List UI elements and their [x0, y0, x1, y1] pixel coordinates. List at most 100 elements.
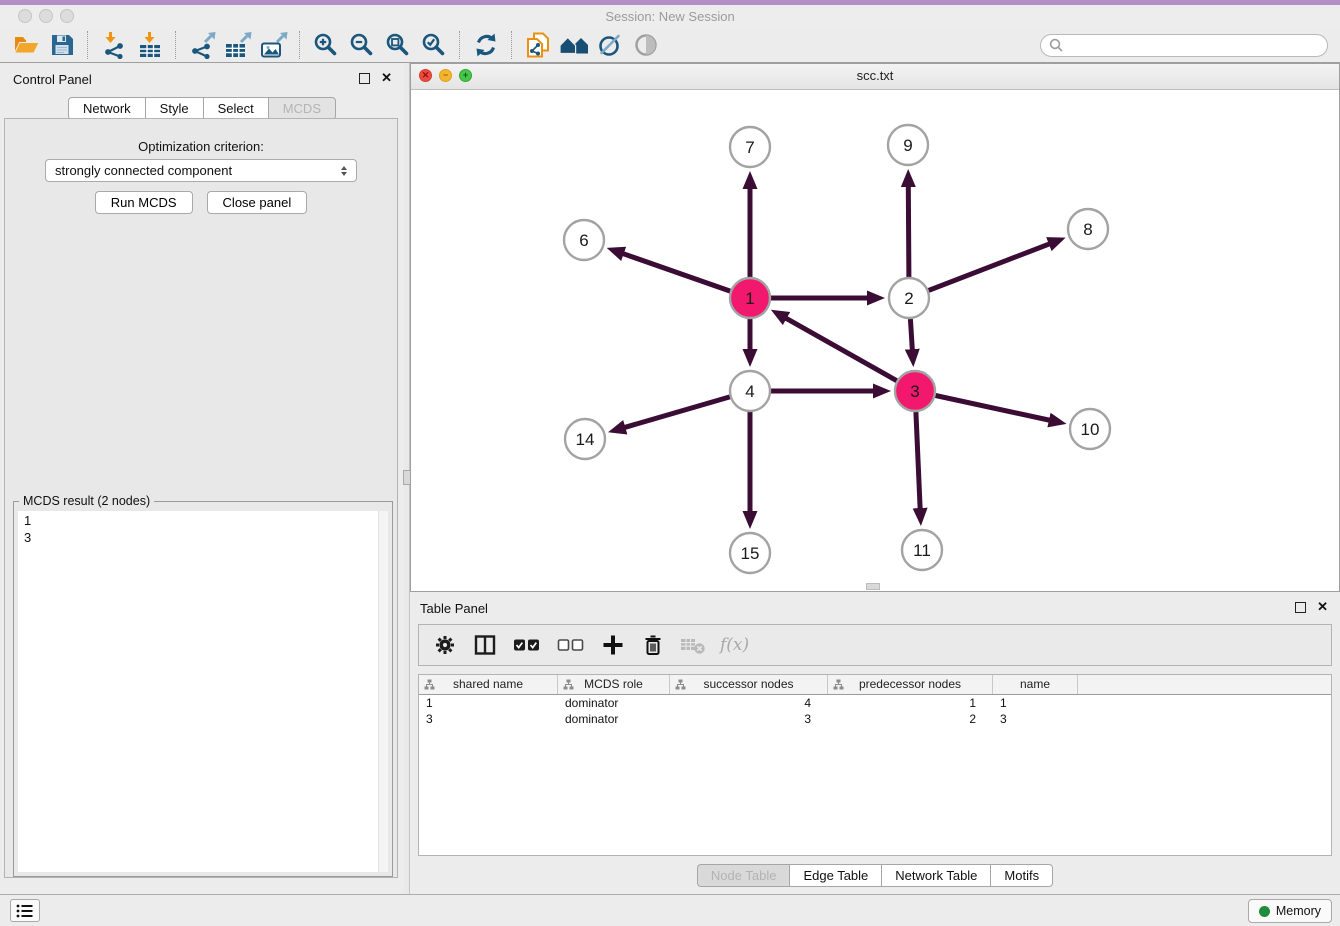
table-cell[interactable]: 3 [419, 711, 558, 727]
zoom-in-icon [313, 32, 339, 58]
zoom-fit-button[interactable] [380, 30, 416, 60]
column-header-label: shared name [453, 677, 523, 691]
column-header-predecessor-nodes[interactable]: predecessor nodes [828, 675, 993, 694]
tab-node-table[interactable]: Node Table [697, 864, 790, 887]
graph-node-3[interactable]: 3 [895, 371, 935, 411]
delete-column-button[interactable] [640, 631, 666, 659]
table-cell[interactable]: 1 [828, 695, 993, 711]
tab-edge-table[interactable]: Edge Table [789, 864, 881, 887]
table-cell[interactable]: 2 [828, 711, 993, 727]
graph-node-2[interactable]: 2 [889, 278, 929, 318]
network-maximize-button[interactable] [459, 69, 472, 82]
tab-motifs[interactable]: Motifs [990, 864, 1053, 887]
tab-style[interactable]: Style [145, 97, 203, 120]
float-panel-icon[interactable] [359, 73, 370, 84]
export-image-icon [260, 31, 288, 59]
search-input[interactable] [1063, 37, 1319, 54]
tab-select[interactable]: Select [203, 97, 268, 120]
network-minimize-button[interactable] [439, 69, 452, 82]
horizontal-splitter-grip[interactable] [866, 583, 880, 590]
column-header-name[interactable]: name [993, 675, 1078, 694]
table-cell[interactable]: 3 [670, 711, 828, 727]
graph-edge-2-8[interactable] [929, 243, 1051, 290]
apply-layout-button[interactable] [468, 30, 504, 60]
add-column-button[interactable] [600, 631, 626, 659]
mcds-result-text[interactable]: 1 3 [18, 511, 388, 547]
zoom-out-button[interactable] [344, 30, 380, 60]
graph-node-9[interactable]: 9 [888, 125, 928, 165]
table-row[interactable]: 3dominator323 [419, 711, 1331, 727]
network-window-titlebar[interactable]: scc.txt [411, 64, 1339, 90]
table-row[interactable]: 1dominator411 [419, 695, 1331, 711]
clone-network-button[interactable] [520, 30, 556, 60]
show-columns-button[interactable] [472, 631, 498, 659]
close-window-button[interactable] [18, 9, 32, 23]
table-cell[interactable]: dominator [558, 695, 670, 711]
graph-node-label: 2 [904, 289, 913, 308]
tab-network-table[interactable]: Network Table [881, 864, 990, 887]
graph-edge-2-9[interactable] [908, 185, 909, 277]
minimize-window-button[interactable] [39, 9, 53, 23]
graph-node-15[interactable]: 15 [730, 533, 770, 573]
mcds-result-area[interactable]: 1 3 [18, 511, 388, 872]
graph-edge-2-3[interactable] [910, 319, 912, 351]
table-body: 1dominator4113dominator323 [419, 695, 1331, 727]
tab-mcds[interactable]: MCDS [268, 97, 336, 120]
select-all-columns-button[interactable] [512, 631, 542, 659]
network-close-button[interactable] [419, 69, 432, 82]
graph-edge-3-10[interactable] [936, 396, 1051, 421]
graph-node-1[interactable]: 1 [730, 278, 770, 318]
column-header-shared-name[interactable]: shared name [419, 675, 558, 694]
network-graph[interactable]: 7 9 6 8 1 2 4 3 14 10 15 11 [411, 89, 1339, 591]
save-session-button[interactable] [44, 30, 80, 60]
run-mcds-button[interactable]: Run MCDS [95, 191, 193, 214]
graph-node-14[interactable]: 14 [565, 419, 605, 459]
zoom-selected-button[interactable] [416, 30, 452, 60]
export-table-button[interactable] [220, 30, 256, 60]
graph-edge-3-11[interactable] [916, 412, 920, 510]
table-settings-button[interactable] [432, 631, 458, 659]
table-cell[interactable]: 4 [670, 695, 828, 711]
zoom-window-button[interactable] [60, 9, 74, 23]
graph-edge-3-1[interactable] [785, 318, 897, 381]
optimization-criterion-select[interactable]: strongly connected component [45, 159, 357, 182]
graph-edge-1-6[interactable] [622, 253, 730, 291]
hierarchy-icon [675, 679, 686, 690]
close-panel-button[interactable]: Close panel [207, 191, 308, 214]
graph-edge-4-14[interactable] [623, 397, 729, 428]
graph-node-10[interactable]: 10 [1070, 409, 1110, 449]
column-header-successor-nodes[interactable]: successor nodes [670, 675, 828, 694]
close-table-panel-icon[interactable] [1317, 601, 1328, 613]
graph-node-11[interactable]: 11 [902, 530, 942, 570]
import-table-button[interactable] [132, 30, 168, 60]
import-network-button[interactable] [96, 30, 132, 60]
zoom-in-button[interactable] [308, 30, 344, 60]
search-box[interactable] [1040, 34, 1328, 57]
first-neighbors-button[interactable] [556, 30, 592, 60]
result-scrollbar[interactable] [378, 511, 388, 872]
graph-node-8[interactable]: 8 [1068, 209, 1108, 249]
function-builder-button[interactable]: f(x) [720, 635, 749, 655]
tab-network[interactable]: Network [68, 97, 145, 120]
table-header-row: shared name MCDS rolesuccessor nodesprede… [419, 675, 1331, 695]
checked-boxes-icon [513, 637, 541, 653]
graph-node-6[interactable]: 6 [564, 220, 604, 260]
memory-button[interactable]: Memory [1248, 899, 1332, 923]
show-style-button[interactable] [592, 30, 628, 60]
table-cell[interactable]: 1 [419, 695, 558, 711]
table-cell[interactable]: 1 [993, 695, 1078, 711]
table-cell[interactable]: dominator [558, 711, 670, 727]
column-header-mcds-role[interactable]: MCDS role [558, 675, 670, 694]
table-cell[interactable]: 3 [993, 711, 1078, 727]
graph-node-4[interactable]: 4 [730, 371, 770, 411]
watch-network-button[interactable] [628, 30, 664, 60]
graph-node-7[interactable]: 7 [730, 127, 770, 167]
export-image-button[interactable] [256, 30, 292, 60]
float-table-panel-icon[interactable] [1295, 602, 1306, 613]
task-history-button[interactable] [10, 899, 40, 922]
export-network-button[interactable] [184, 30, 220, 60]
unselect-all-columns-button[interactable] [556, 631, 586, 659]
close-panel-icon[interactable] [381, 72, 392, 84]
open-session-button[interactable] [8, 30, 44, 60]
delete-table-button[interactable] [680, 631, 706, 659]
